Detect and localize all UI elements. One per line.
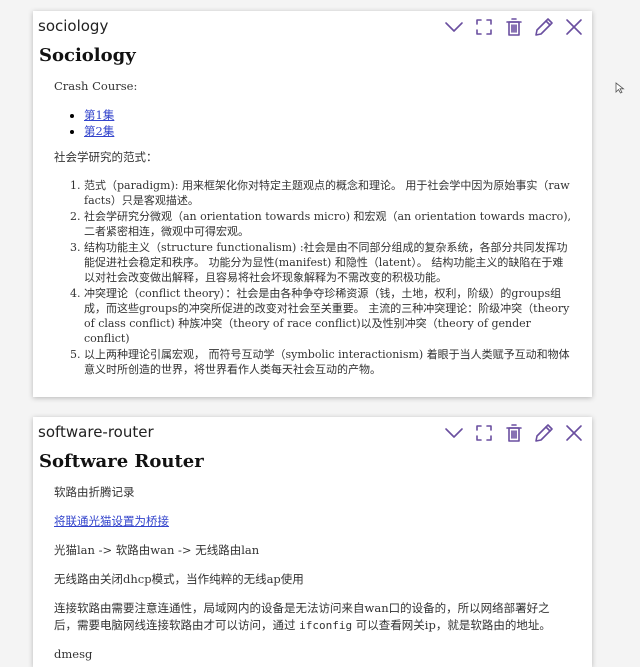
note-title: Sociology (39, 45, 136, 66)
collapse-button[interactable] (442, 15, 466, 39)
collapse-button[interactable] (442, 421, 466, 445)
episode-link-1[interactable]: 第1集 (84, 108, 114, 122)
close-button[interactable] (562, 15, 586, 39)
card-header: software-router (33, 417, 592, 449)
close-button[interactable] (562, 421, 586, 445)
card-body: Software Router 软路由折腾记录 将联通光猫设置为桥接 光猫lan… (33, 451, 592, 663)
close-icon (566, 19, 582, 35)
fullscreen-button[interactable] (472, 421, 496, 445)
inline-code: ifconfig (299, 619, 353, 632)
card-actions (442, 421, 586, 445)
close-icon (566, 425, 582, 441)
note-title: Software Router (39, 451, 204, 472)
card-name: software-router (38, 423, 154, 441)
pencil-icon (535, 424, 553, 442)
card-header: sociology (33, 11, 592, 43)
list-item: 结构功能主义（structure functionalism) :社会是由不同部… (84, 240, 572, 285)
mouse-cursor-icon (615, 82, 625, 94)
chevron-down-icon (445, 22, 463, 32)
card-name: sociology (38, 17, 109, 35)
text-span: 可以查看网关ip，就是软路由的地址。 (352, 618, 551, 632)
paragraph: 光猫lan -> 软路由wan -> 无线路由lan (54, 543, 260, 557)
list-item: 第2集 (84, 123, 572, 139)
chevron-down-icon (445, 428, 463, 438)
list-item: 范式（paradigm): 用来框架化你对特定主题观点的概念和理论。 用于社会学… (84, 178, 572, 208)
card-body: Sociology Crash Course: 第1集 第2集 社会学研究的范式… (33, 45, 592, 377)
paragraph: 无线路由关闭dhcp模式，当作纯粹的无线ap使用 (54, 572, 304, 586)
paradigm-list: 范式（paradigm): 用来框架化你对特定主题观点的概念和理论。 用于社会学… (69, 178, 572, 377)
list-item: 以上两种理论引属宏观， 而符号互动学（symbolic interactioni… (84, 347, 572, 377)
trash-icon (506, 424, 522, 442)
paragraph: 软路由折腾记录 (54, 485, 135, 499)
intro-text: Crash Course: (54, 79, 138, 93)
trash-icon (506, 18, 522, 36)
delete-button[interactable] (502, 421, 526, 445)
paragraph: 连接软路由需要注意连通性，局域网内的设备是无法访问来自wan口的设备的，所以网络… (54, 600, 572, 634)
paradigm-heading: 社会学研究的范式： (54, 150, 158, 164)
delete-button[interactable] (502, 15, 526, 39)
edit-button[interactable] (532, 421, 556, 445)
fullscreen-button[interactable] (472, 15, 496, 39)
episode-link-2[interactable]: 第2集 (84, 124, 114, 138)
note-card-sociology: sociology Sociology Crash Course: 第1集 第2… (33, 11, 592, 397)
paragraph: dmesg (54, 647, 93, 661)
bridge-mode-link[interactable]: 将联通光猫设置为桥接 (54, 514, 169, 528)
list-item: 冲突理论（conflict theory）：社会是由各种争夺珍稀资源（钱，土地，… (84, 286, 572, 346)
list-item: 第1集 (84, 107, 572, 123)
edit-button[interactable] (532, 15, 556, 39)
paragraph: 将联通光猫设置为桥接 (54, 513, 572, 530)
pencil-icon (535, 18, 553, 36)
fullscreen-icon (476, 425, 492, 441)
list-item: 社会学研究分微观（an orientation towards micro) 和… (84, 209, 572, 239)
fullscreen-icon (476, 19, 492, 35)
card-actions (442, 15, 586, 39)
episode-list: 第1集 第2集 (69, 107, 572, 139)
note-card-software-router: software-router Software Router 软路由折腾记录 … (33, 417, 592, 667)
